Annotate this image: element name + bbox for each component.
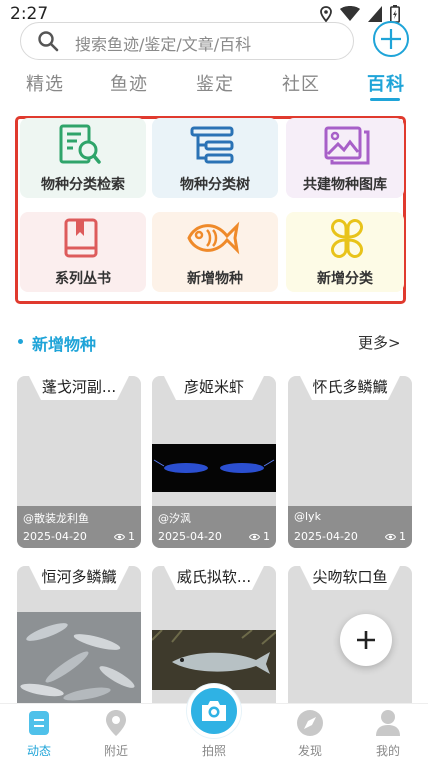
species-title: 恒河多鳞鱵: [29, 566, 129, 590]
species-title: 尖吻软口鱼: [300, 566, 400, 590]
image-gallery-icon: [324, 126, 370, 165]
compass-icon: [297, 710, 323, 736]
add-circle-icon[interactable]: [372, 20, 410, 58]
section-title: 新增物种: [32, 335, 97, 354]
nav-discover[interactable]: 发现: [275, 704, 345, 761]
search-input[interactable]: 搜索鱼迹/鉴定/文章/百科: [20, 22, 354, 60]
document-search-icon: [59, 124, 101, 164]
species-title: 怀氏多鳞鱵: [300, 376, 400, 400]
eye-icon: [249, 533, 260, 540]
status-time: 2:27: [10, 4, 49, 24]
eye-icon: [385, 533, 396, 540]
species-card[interactable]: 蓬戈河副... @散装龙利鱼 2025-04-20 1: [17, 376, 141, 548]
species-card[interactable]: 恒河多鳞鱵: [17, 566, 141, 703]
camera-icon: [202, 701, 226, 721]
species-views: 1: [385, 530, 406, 543]
species-author: @lyk: [294, 510, 321, 523]
wifi-icon: [340, 6, 360, 21]
tab-encyclopedia[interactable]: 百科: [367, 70, 405, 96]
search-icon: [38, 31, 59, 52]
category-species-gallery[interactable]: 共建物种图库: [286, 118, 404, 198]
tree-structure-icon: [190, 126, 234, 164]
section-bullet: [18, 339, 23, 344]
species-photo: [152, 444, 276, 492]
book-icon: [64, 218, 98, 258]
category-label: 共建物种图库: [303, 177, 387, 193]
nav-label: 发现: [297, 744, 322, 758]
tab-fish-trace[interactable]: 鱼迹: [110, 70, 148, 96]
category-label: 系列丛书: [55, 271, 111, 287]
species-date: 2025-04-20: [294, 530, 358, 543]
species-views: 1: [249, 530, 270, 543]
species-meta: @lyk 2025-04-20 1: [288, 506, 412, 548]
fish-icon: [187, 221, 240, 255]
plus-icon: [357, 631, 375, 649]
category-book-series[interactable]: 系列丛书: [20, 212, 146, 292]
tab-identify[interactable]: 鉴定: [196, 70, 234, 96]
search-placeholder: 搜索鱼迹/鉴定/文章/百科: [75, 35, 252, 54]
species-view-count: 1: [263, 530, 270, 543]
species-author: @汐沨: [158, 512, 191, 525]
nav-feed[interactable]: 动态: [4, 704, 74, 761]
active-tab-indicator: [370, 98, 400, 101]
category-label: 物种分类检索: [41, 177, 125, 193]
top-tabs: 精选 鱼迹 鉴定 社区 百科: [0, 70, 428, 104]
nav-profile[interactable]: 我的: [353, 704, 423, 761]
species-author: @散装龙利鱼: [23, 512, 89, 525]
species-card[interactable]: 怀氏多鳞鱵 @lyk 2025-04-20 1: [288, 376, 412, 548]
nav-label: 动态: [26, 744, 51, 758]
nav-label: 拍照: [201, 744, 226, 758]
species-view-count: 1: [399, 530, 406, 543]
category-label: 新增物种: [187, 271, 243, 287]
user-icon: [376, 710, 400, 736]
location-status-icon: [320, 6, 332, 22]
nav-nearby[interactable]: 附近: [81, 704, 151, 761]
clover-icon: [331, 219, 363, 258]
species-date: 2025-04-20: [23, 530, 87, 543]
category-new-species[interactable]: 新增物种: [152, 212, 278, 292]
camera-button[interactable]: [187, 684, 241, 738]
species-meta: @散装龙利鱼 2025-04-20 1: [17, 506, 141, 548]
species-card[interactable]: 彦姬米虾 @汐沨 2025-04-20 1: [152, 376, 276, 548]
more-link[interactable]: 更多>: [358, 332, 401, 353]
tab-featured[interactable]: 精选: [26, 70, 64, 96]
species-title: 彦姬米虾: [164, 376, 264, 400]
floating-add-button[interactable]: [340, 614, 392, 666]
feed-icon: [29, 711, 49, 735]
species-date: 2025-04-20: [158, 530, 222, 543]
nav-label: 我的: [375, 744, 400, 758]
species-title: 威氏拟软...: [164, 566, 264, 590]
species-meta: @汐沨 2025-04-20 1: [152, 506, 276, 548]
species-card[interactable]: 威氏拟软...: [152, 566, 276, 703]
eye-icon: [114, 533, 125, 540]
nav-label: 附近: [103, 744, 128, 758]
species-views: 1: [114, 530, 135, 543]
species-view-count: 1: [128, 530, 135, 543]
tab-community[interactable]: 社区: [282, 70, 320, 96]
app-screen: 2:27 搜索鱼迹/鉴定/文章/百科 精选 鱼迹 鉴定 社区 百科 物种分类检索…: [0, 0, 428, 761]
category-label: 物种分类树: [180, 177, 250, 193]
category-new-classification[interactable]: 新增分类: [286, 212, 404, 292]
species-photo: [152, 630, 276, 690]
category-species-tree[interactable]: 物种分类树: [152, 118, 278, 198]
species-title: 蓬戈河副...: [29, 376, 129, 400]
species-photo: [17, 612, 141, 703]
category-species-search[interactable]: 物种分类检索: [20, 118, 146, 198]
category-label: 新增分类: [317, 271, 373, 287]
location-pin-icon: [106, 710, 126, 736]
